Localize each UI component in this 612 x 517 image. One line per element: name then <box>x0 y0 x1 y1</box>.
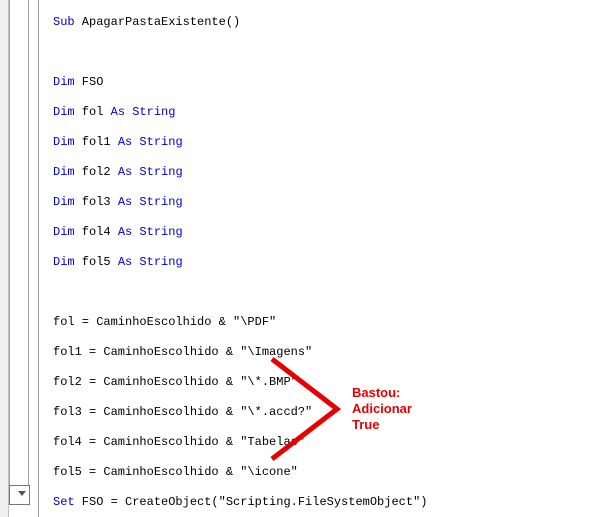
keyword-set: Set <box>53 495 75 509</box>
annotation-line2: Adicionar <box>352 401 412 417</box>
keyword-dim: Dim <box>53 75 75 89</box>
editor-root: Sub ApagarPastaExistente() Dim FSO Dim f… <box>0 0 612 517</box>
code-text: fol4 <box>75 225 118 239</box>
code-editor[interactable]: Sub ApagarPastaExistente() Dim FSO Dim f… <box>53 0 609 517</box>
code-text: fol5 <box>75 255 118 269</box>
code-text: fol5 = CaminhoEscolhido & "\icone" <box>53 465 298 479</box>
keyword-dim: Dim <box>53 225 75 239</box>
keyword-as-string: As String <box>118 165 183 179</box>
keyword-as-string: As String <box>118 225 183 239</box>
margin-indicator-bar <box>9 0 29 489</box>
code-text: FSO <box>75 75 104 89</box>
keyword-as-string: As String <box>118 135 183 149</box>
keyword-as-string: As String <box>111 105 176 119</box>
annotation-line3: True <box>352 417 412 433</box>
keyword-as-string: As String <box>118 255 183 269</box>
code-text: fol3 <box>75 195 118 209</box>
code-text: ApagarPastaExistente() <box>75 15 241 29</box>
code-text: fol2 = CaminhoEscolhido & "\*.BMP" <box>53 375 298 389</box>
chevron-down-icon <box>18 491 26 496</box>
keyword-dim: Dim <box>53 195 75 209</box>
code-text: FSO = CreateObject("Scripting.FileSystem… <box>75 495 428 509</box>
code-text: fol1 = CaminhoEscolhido & "\Imagens" <box>53 345 312 359</box>
code-left-margin <box>38 0 53 517</box>
keyword-dim: Dim <box>53 135 75 149</box>
pane-splitter-strip <box>0 0 9 517</box>
code-text: fol3 = CaminhoEscolhido & "\*.accd?" <box>53 405 312 419</box>
code-text: fol <box>75 105 111 119</box>
code-text: fol4 = CaminhoEscolhido & "Tabelas" <box>53 435 305 449</box>
keyword-dim: Dim <box>53 165 75 179</box>
code-text: fol1 <box>75 135 118 149</box>
object-dropdown[interactable] <box>9 485 30 505</box>
code-text: fol2 <box>75 165 118 179</box>
annotation-label: Bastou: Adicionar True <box>352 385 412 433</box>
code-text: fol = CaminhoEscolhido & "\PDF" <box>53 315 276 329</box>
keyword-as-string: As String <box>118 195 183 209</box>
keyword-dim: Dim <box>53 105 75 119</box>
annotation-line1: Bastou: <box>352 385 412 401</box>
keyword-dim: Dim <box>53 255 75 269</box>
keyword-sub: Sub <box>53 15 75 29</box>
